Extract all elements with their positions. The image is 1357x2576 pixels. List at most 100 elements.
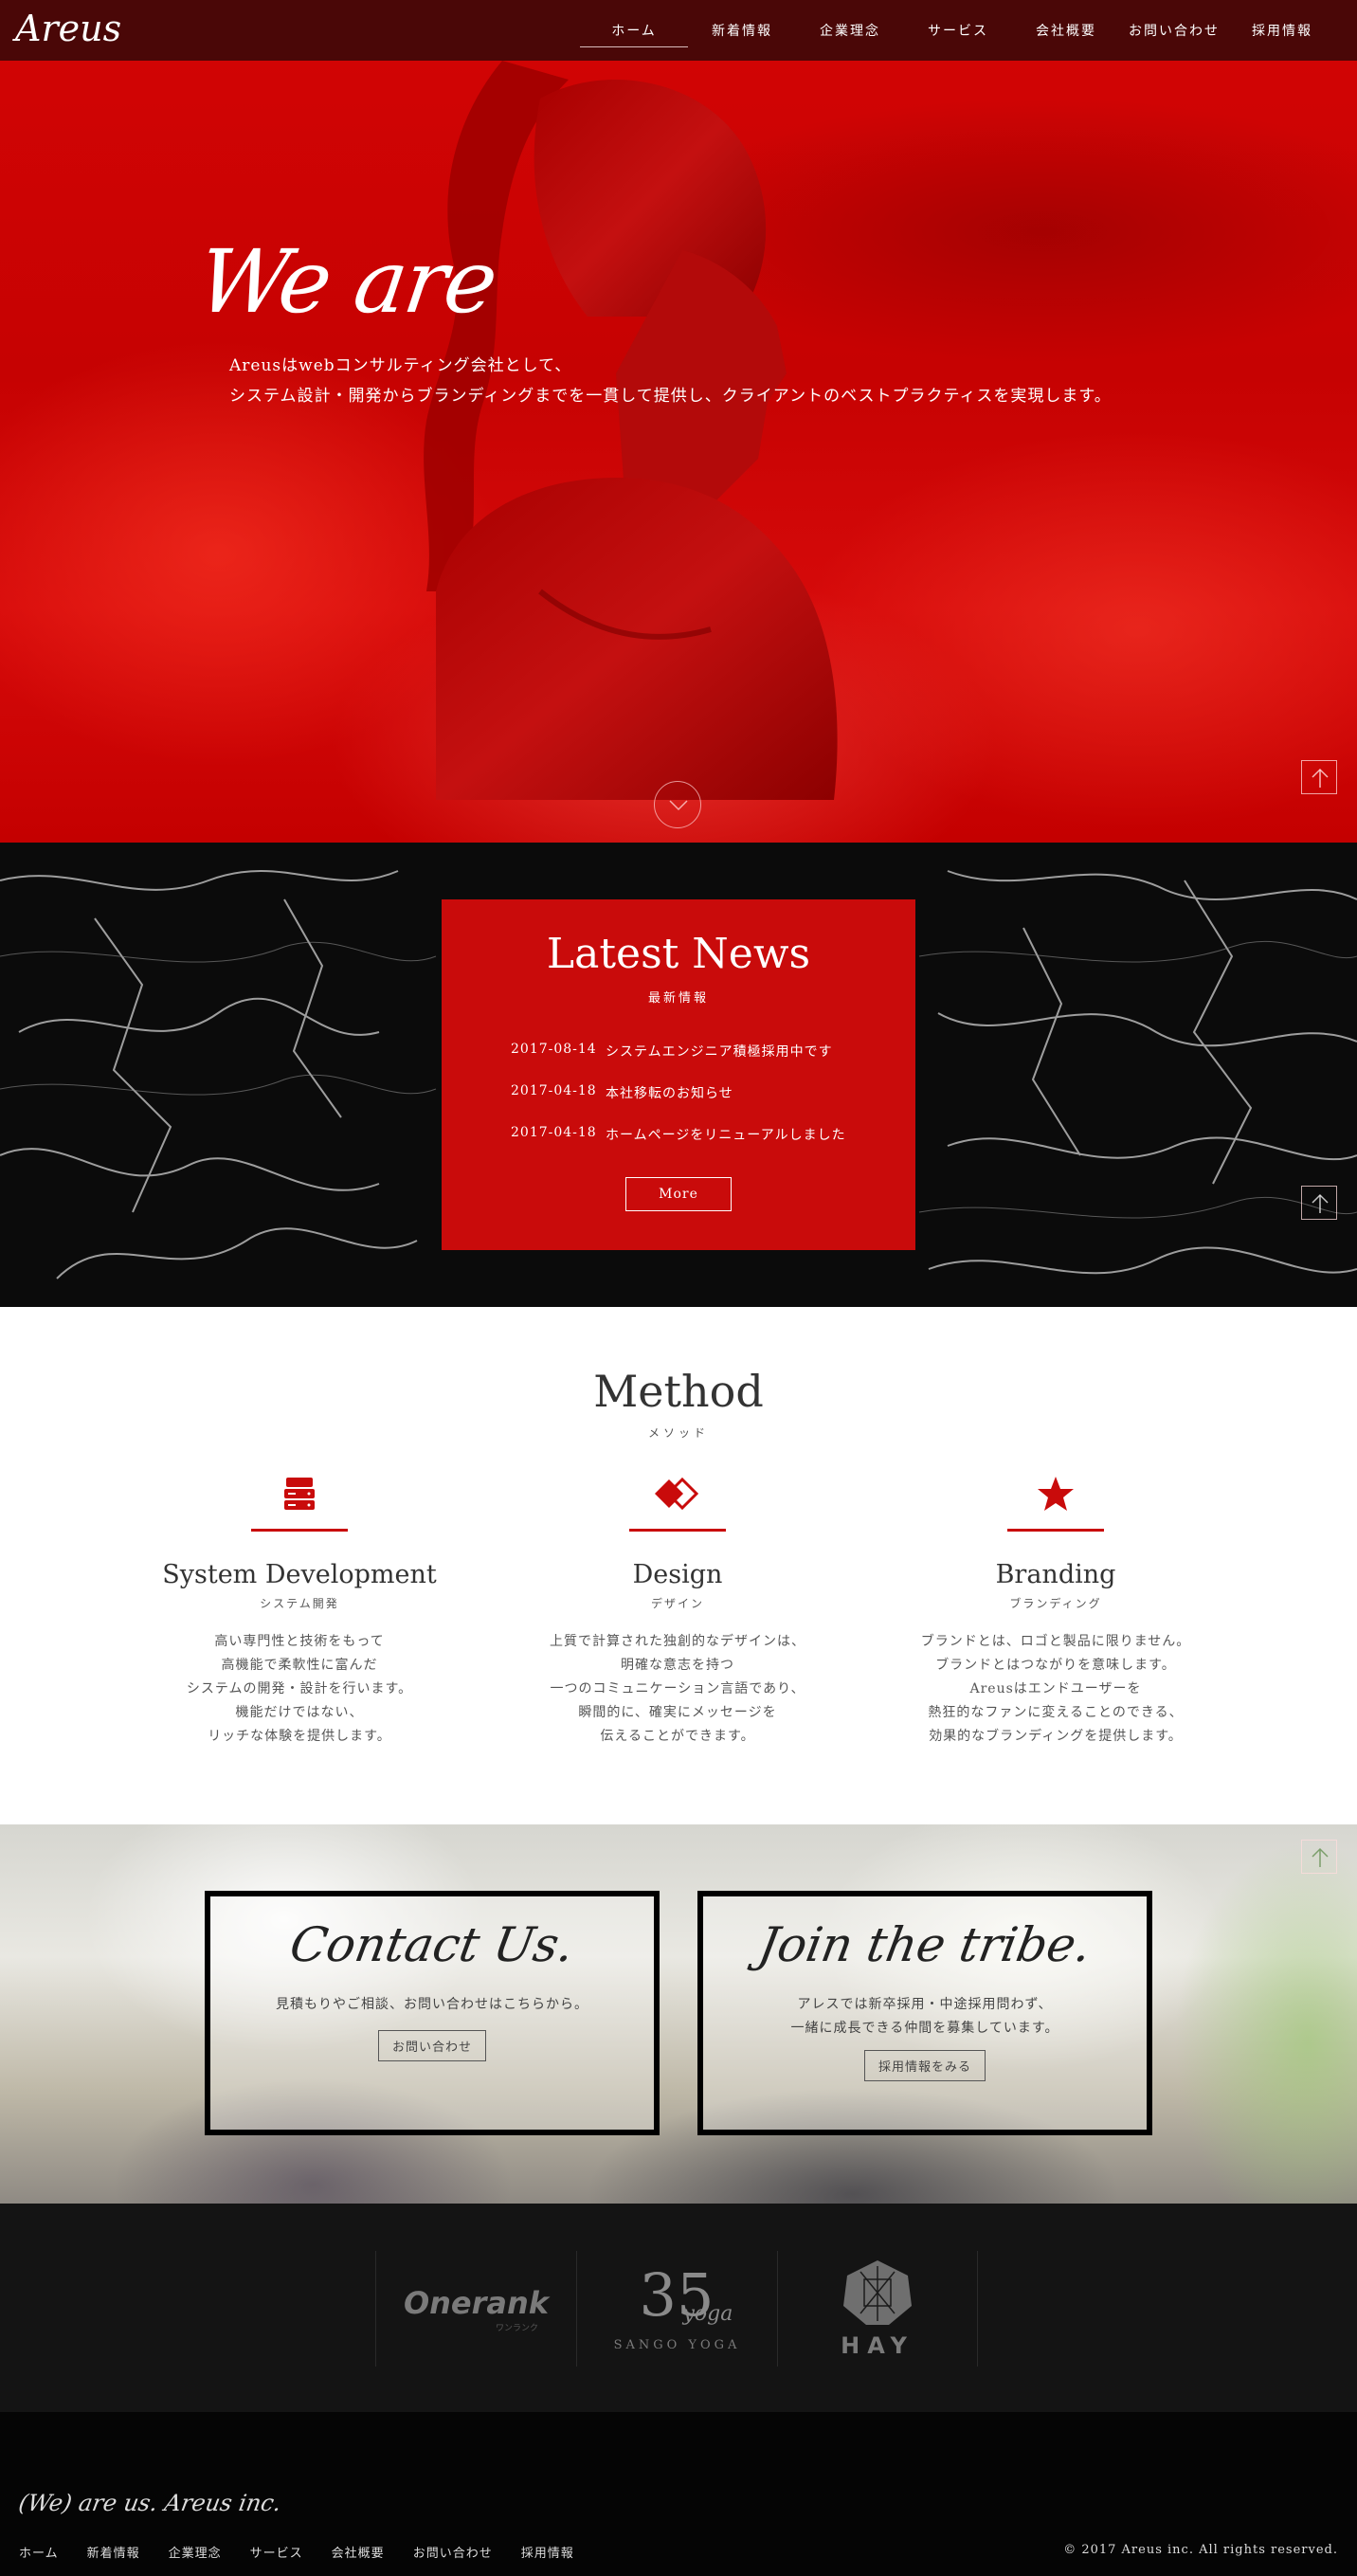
news-more-button[interactable]: More: [625, 1177, 732, 1211]
news-item[interactable]: 2017-04-18 本社移転のお知らせ: [511, 1083, 733, 1102]
method-description: ブランドとは、ロゴと製品に限りません。 ブランドとはつながりを意味します。 Ar…: [885, 1630, 1226, 1749]
statue-image: [424, 61, 838, 800]
method-line: 高機能で柔軟性に富んだ: [221, 1658, 378, 1673]
partners-section: Onerank ワンランク 35 yoga SANGO YOGA HAY: [0, 2204, 1357, 2412]
partner-logo-onerank[interactable]: Onerank ワンランク: [375, 2251, 576, 2367]
nav-item-recruit[interactable]: 採用情報: [1228, 0, 1336, 61]
chevron-down-icon: [669, 800, 688, 811]
footer-links: ホーム 新着情報 企業理念 サービス 会社概要 お問い合わせ 採用情報: [19, 2543, 603, 2561]
method-line: ブランドとはつながりを意味します。: [935, 1658, 1176, 1673]
news-date: 2017-04-18: [511, 1083, 597, 1098]
news-item[interactable]: 2017-04-18 ホームページをリニューアルしました: [511, 1125, 846, 1144]
nav-item-news[interactable]: 新着情報: [688, 0, 796, 61]
footer-link-news[interactable]: 新着情報: [87, 2543, 140, 2561]
arrow-up-icon: [1312, 1193, 1329, 1213]
method-subheading: システム開発: [260, 1597, 339, 1610]
contact-button[interactable]: お問い合わせ: [377, 2030, 486, 2061]
star-icon: [1038, 1477, 1074, 1511]
partner-logo-hay[interactable]: HAY: [777, 2251, 978, 2367]
nav-item-company[interactable]: 会社概要: [1012, 0, 1120, 61]
top-nav: Areus ホーム 新着情報 企業理念 サービス 会社概要 お問い合わせ 採用情…: [0, 0, 1357, 61]
onerank-tagline: ワンランク: [495, 2323, 538, 2333]
server-icon: [284, 1478, 315, 1510]
recruit-script-title: Join the tribe.: [754, 1917, 1095, 1972]
news-subtitle: 最新情報: [647, 991, 709, 1006]
method-column-design: Design デザイン 上質で計算された独創的なデザインは、 明確な意志を持つ …: [507, 1472, 848, 1749]
scroll-down-button[interactable]: [654, 781, 701, 828]
method-column-system: System Development システム開発 高い専門性と技術をもって 高…: [129, 1472, 470, 1749]
method-column-branding: Branding ブランディング ブランドとは、ロゴと製品に限りません。 ブラン…: [885, 1472, 1226, 1749]
contact-script-title: Contact Us.: [285, 1917, 579, 1972]
news-card: Latest News 最新情報 2017-08-14 システムエンジニア積極採…: [442, 899, 915, 1250]
method-line: 伝えることができます。: [600, 1729, 755, 1744]
method-heading: Branding: [995, 1560, 1116, 1589]
nav-item-home[interactable]: ホーム: [580, 0, 688, 61]
method-line: 上質で計算された独創的なデザインは、: [550, 1634, 805, 1649]
news-text: ホームページをリニューアルしました: [606, 1128, 846, 1143]
onerank-wordmark: Onerank: [403, 2284, 550, 2321]
hero-line-2: システム設計・開発からブランディングまでを一貫して提供し、クライアントのベストプ…: [229, 387, 1112, 406]
partner-logo-sango-yoga[interactable]: 35 yoga SANGO YOGA: [576, 2251, 777, 2367]
method-line: 瞬間的に、確実にメッセージを: [578, 1705, 777, 1720]
contact-section: Contact Us. 見積もりやご相談、お問い合わせはこちらから。 お問い合わ…: [0, 1824, 1357, 2204]
method-subtitle: メソッド: [647, 1426, 709, 1440]
footer-link-company[interactable]: 会社概要: [332, 2543, 385, 2561]
sango-script: yoga: [682, 2301, 733, 2326]
method-line: リッチな体験を提供します。: [208, 1729, 391, 1744]
hay-name: HAY: [841, 2332, 914, 2359]
diamond-icon: [655, 1477, 699, 1511]
method-line: 高い専門性と技術をもって: [214, 1634, 385, 1649]
method-line: 機能だけではない、: [235, 1705, 364, 1720]
news-item[interactable]: 2017-08-14 システムエンジニア積極採用中です: [511, 1042, 833, 1061]
recruit-text: アレスでは新卒採用・中途採用問わず、 一緒に成長できる仲間を募集しています。: [703, 1993, 1147, 2041]
nav-item-philosophy[interactable]: 企業理念: [796, 0, 904, 61]
method-line: 明確な意志を持つ: [621, 1658, 734, 1673]
method-line: 熱狂的なファンに変えることのできる、: [928, 1705, 1184, 1720]
footer: (We) are us. Areus inc. ホーム 新着情報 企業理念 サー…: [0, 2412, 1357, 2576]
sango-name: SANGO YOGA: [613, 2337, 741, 2352]
news-date: 2017-04-18: [511, 1125, 597, 1140]
method-line: 一つのコミュニケーション言語であり、: [550, 1681, 805, 1696]
recruit-line-2: 一緒に成長できる仲間を募集しています。: [790, 2021, 1059, 2036]
method-subheading: ブランディング: [1009, 1597, 1102, 1610]
method-line: システムの開発・設計を行います。: [186, 1681, 413, 1696]
method-line: Areusはエンドユーザーを: [969, 1681, 1142, 1696]
recruit-line-1: アレスでは新卒採用・中途採用問わず、: [797, 1997, 1053, 2012]
news-text: 本社移転のお知らせ: [606, 1086, 733, 1101]
method-heading: System Development: [162, 1560, 437, 1589]
contact-text: 見積もりやご相談、お問い合わせはこちらから。: [276, 1997, 588, 2012]
method-line: ブランドとは、ロゴと製品に限りません。: [920, 1634, 1191, 1649]
method-section: Method メソッド System Development システム開発 高い…: [0, 1307, 1357, 1824]
back-to-top-button[interactable]: [1301, 1186, 1337, 1220]
footer-link-contact[interactable]: お問い合わせ: [413, 2543, 493, 2561]
back-to-top-button[interactable]: [1301, 760, 1337, 794]
hay-emblem-icon: [843, 2260, 912, 2325]
hero-description: Areusはwebコンサルティング会社として、 システム設計・開発からブランディ…: [229, 351, 1112, 411]
news-text: システムエンジニア積極採用中です: [606, 1044, 833, 1060]
recruit-box: Join the tribe. アレスでは新卒採用・中途採用問わず、 一緒に成長…: [697, 1891, 1152, 2135]
hero-title: We are: [191, 231, 502, 333]
method-title: Method: [593, 1366, 764, 1417]
footer-script-logo: (We) are us. Areus inc.: [16, 2490, 283, 2516]
hero-line-1: Areusはwebコンサルティング会社として、: [229, 356, 572, 375]
copyright: © 2017 Areus inc. All rights reserved.: [1063, 2543, 1338, 2557]
footer-link-home[interactable]: ホーム: [19, 2543, 59, 2561]
arrow-up-icon: [1312, 1847, 1329, 1867]
hero-section: We are Areusはwebコンサルティング会社として、 システム設計・開発…: [0, 61, 1357, 843]
method-description: 上質で計算された独創的なデザインは、 明確な意志を持つ 一つのコミュニケーション…: [507, 1630, 848, 1749]
footer-link-recruit[interactable]: 採用情報: [521, 2543, 574, 2561]
recruit-button[interactable]: 採用情報をみる: [863, 2050, 986, 2081]
method-heading: Design: [632, 1560, 723, 1589]
nav-item-services[interactable]: サービス: [904, 0, 1012, 61]
footer-link-philosophy[interactable]: 企業理念: [169, 2543, 222, 2561]
site-logo[interactable]: Areus: [15, 8, 121, 49]
back-to-top-button[interactable]: [1301, 1840, 1337, 1874]
news-title: Latest News: [546, 930, 811, 978]
news-date: 2017-08-14: [511, 1042, 597, 1057]
nav-item-contact[interactable]: お問い合わせ: [1120, 0, 1228, 61]
arrow-up-icon: [1312, 768, 1329, 788]
footer-link-services[interactable]: サービス: [250, 2543, 303, 2561]
method-subheading: デザイン: [650, 1597, 704, 1610]
news-section: Latest News 最新情報 2017-08-14 システムエンジニア積極採…: [0, 843, 1357, 1307]
method-description: 高い専門性と技術をもって 高機能で柔軟性に富んだ システムの開発・設計を行います…: [129, 1630, 470, 1749]
